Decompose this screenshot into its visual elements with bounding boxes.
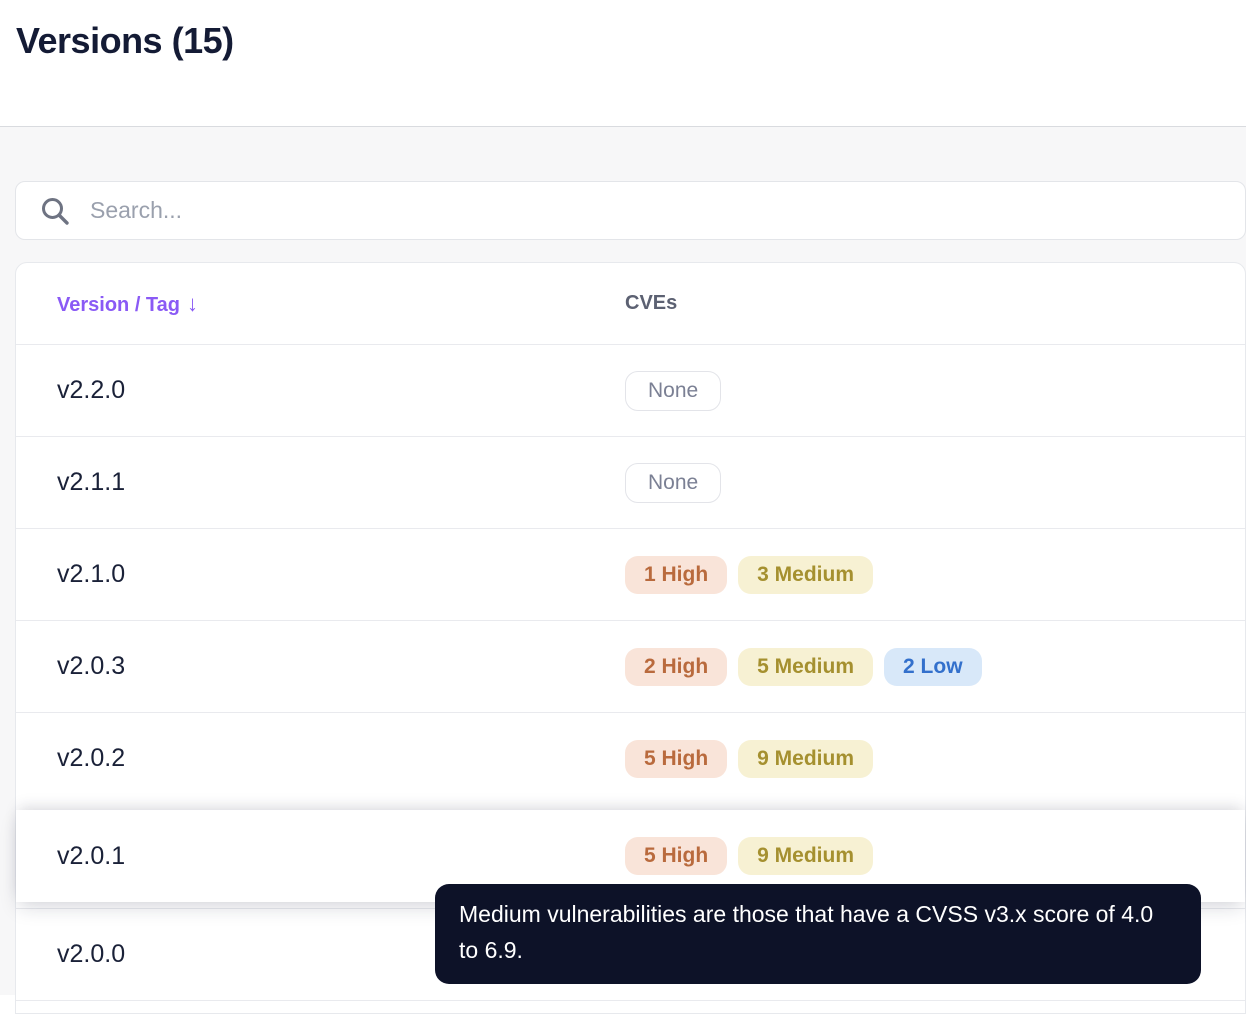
cve-badges: 1 High 3 Medium: [625, 555, 874, 594]
table-row[interactable]: v2.0.3 2 High 5 Medium 2 Low: [16, 620, 1245, 712]
cve-badge-high[interactable]: 5 High: [625, 739, 728, 778]
version-label: v2.0.2: [57, 744, 126, 772]
cve-badge-none[interactable]: None: [625, 462, 722, 503]
cve-badge-medium[interactable]: 9 Medium: [738, 739, 874, 778]
cve-badge-low[interactable]: 2 Low: [884, 647, 982, 686]
column-header-version-tag[interactable]: Version / Tag ↓: [57, 291, 625, 317]
page-title: Versions (15): [16, 20, 234, 61]
table-row[interactable]: v2.0.2 5 High 9 Medium: [16, 712, 1245, 804]
cve-badges: 5 High 9 Medium: [625, 837, 874, 875]
cve-badge-medium[interactable]: 9 Medium: [738, 837, 874, 875]
cve-badge-high[interactable]: 2 High: [625, 647, 728, 686]
search-input[interactable]: [15, 181, 1246, 240]
version-label: v2.0.1: [57, 841, 126, 870]
cve-badge-medium[interactable]: 5 Medium: [738, 647, 874, 686]
table-header-row: Version / Tag ↓ CVEs: [16, 263, 1245, 344]
cve-badges: 5 High 9 Medium: [625, 739, 874, 778]
cve-badges: None: [625, 462, 722, 503]
medium-cve-tooltip: Medium vulnerabilities are those that ha…: [435, 884, 1201, 984]
cve-badge-high[interactable]: 1 High: [625, 555, 728, 594]
version-label: v2.0.3: [57, 652, 126, 680]
column-header-cves[interactable]: CVEs: [625, 292, 677, 315]
content-section: Version / Tag ↓ CVEs v2.2.0 None v2.1.1 N…: [0, 127, 1246, 1014]
cve-badge-high[interactable]: 5 High: [625, 837, 728, 875]
search-bar: [15, 181, 1246, 240]
sort-descending-icon: ↓: [187, 290, 198, 316]
table-row[interactable]: v2.1.1 None: [16, 436, 1245, 528]
table-row-partial: [16, 1000, 1245, 1013]
cve-badges: None: [625, 370, 722, 411]
version-label: v2.1.1: [57, 468, 126, 496]
page-header: Versions (15): [0, 0, 1246, 127]
table-row[interactable]: v2.2.0 None: [16, 344, 1245, 436]
column-header-version-label: Version / Tag: [57, 293, 180, 316]
cve-badge-none[interactable]: None: [625, 370, 722, 411]
cve-badge-medium[interactable]: 3 Medium: [738, 555, 874, 594]
table-row[interactable]: v2.1.0 1 High 3 Medium: [16, 528, 1245, 620]
version-label: v2.1.0: [57, 560, 126, 588]
tooltip-text: Medium vulnerabilities are those that ha…: [459, 901, 1154, 963]
version-label: v2.2.0: [57, 376, 126, 404]
cve-badges: 2 High 5 Medium 2 Low: [625, 647, 982, 686]
